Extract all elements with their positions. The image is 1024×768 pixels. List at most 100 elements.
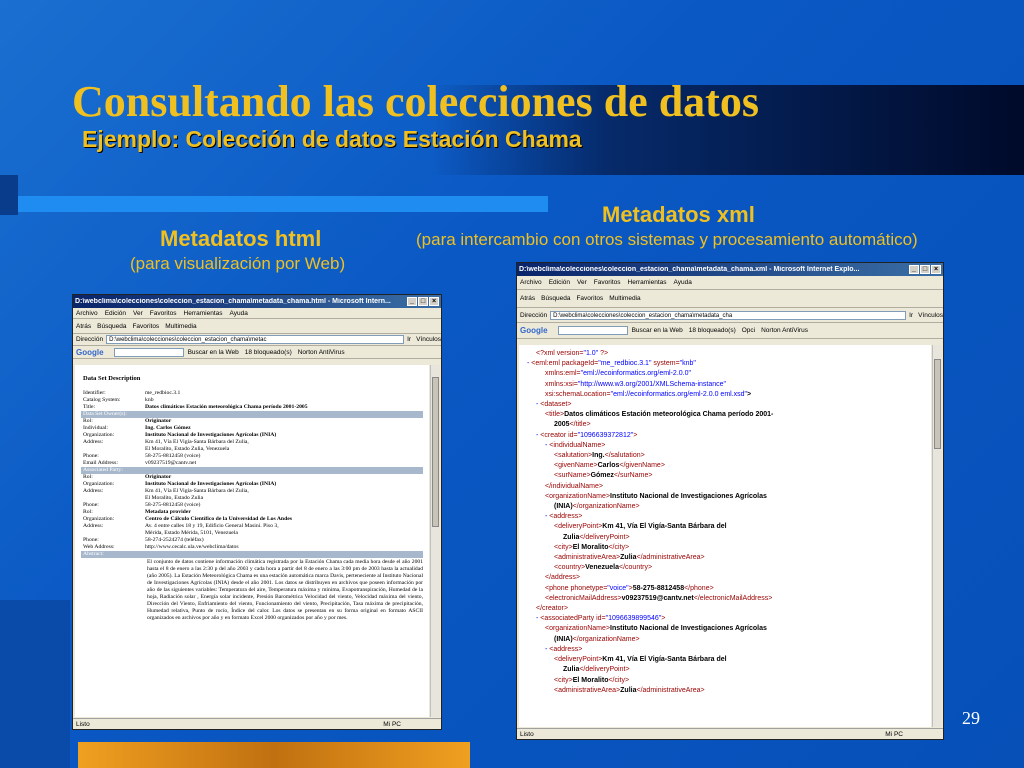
toolbar-button[interactable]: Favoritos	[132, 323, 159, 330]
table-row: Phone: 58-274-2524274 (teléfax)	[81, 537, 423, 544]
google-search-input[interactable]	[557, 326, 628, 335]
field-value: Datos climáticos Estación meteorológica …	[145, 404, 308, 410]
google-toolbar-button[interactable]: 18 bloqueado(s)	[689, 327, 736, 334]
xml-line: - <eml:eml packageId="me_redbioc.3.1" sy…	[527, 360, 696, 368]
toolbar-button[interactable]: Búsqueda	[541, 295, 570, 302]
field-value: Metadata provider	[145, 509, 191, 515]
xml-line: 2005</title>	[554, 421, 591, 429]
go-button[interactable]: Ir	[909, 312, 913, 319]
table-row: Organization: Instituto Nacional de Inves…	[81, 432, 423, 439]
xml-subheading: (para intercambio con otros sistemas y p…	[416, 230, 918, 249]
field-label: Phone:	[83, 537, 99, 543]
vertical-scrollbar[interactable]	[430, 365, 440, 717]
xml-line: <deliveryPoint>Km 41, Vía El Vigía-Santa…	[554, 523, 727, 531]
menu-item[interactable]: Ayuda	[674, 279, 692, 286]
field-label: Identifier:	[83, 390, 106, 396]
table-row: Title: Datos climáticos Estación meteorol…	[81, 404, 423, 411]
table-row: El Moralito, Estado Zulia, Venezuela	[81, 446, 423, 453]
field-label: Rol:	[83, 418, 93, 424]
maximize-button[interactable]: □	[920, 265, 930, 274]
xml-line: <title>Datos climáticos Estación meteoro…	[545, 411, 774, 419]
address-label: Dirección	[520, 311, 548, 319]
field-label: Abstract:	[81, 551, 143, 558]
address-bar: Dirección D:\webclima\colecciones\colecc…	[517, 308, 943, 323]
google-toolbar-button[interactable]: Buscar en la Web	[632, 327, 683, 334]
field-value: Km 41, Vía El Vigía-Santa Bárbara del Zu…	[145, 439, 249, 445]
window-titlebar[interactable]: D:\webclima\colecciones\coleccion_estaci…	[73, 295, 441, 308]
xml-line: <organizationName>Instituto Nacional de …	[545, 625, 767, 633]
slide-title: Consultando las colecciones de datos	[72, 77, 759, 126]
google-toolbar-button[interactable]: 18 bloqueado(s)	[245, 349, 292, 356]
toolbar-button[interactable]: Favoritos	[576, 295, 603, 302]
abstract-text: El conjunto de datos contiene informació…	[147, 559, 423, 621]
toolbar-button[interactable]: Atrás	[520, 295, 535, 302]
google-logo[interactable]: Google	[520, 326, 548, 335]
xml-line: <?xml version="1.0" ?>	[536, 350, 609, 357]
minimize-button[interactable]: _	[909, 265, 919, 274]
address-bar: Dirección D:\webclima\colecciones\colecc…	[73, 334, 441, 346]
google-toolbar-button[interactable]: Norton AntiVirus	[298, 349, 345, 356]
minimize-button[interactable]: _	[407, 297, 417, 306]
vertical-scrollbar[interactable]	[932, 345, 942, 727]
decorative-band	[0, 600, 70, 768]
field-value: Ing. Carlos Gómez	[145, 425, 191, 431]
google-toolbar-button[interactable]: Norton AntiVirus	[761, 327, 808, 334]
field-value: El Moralito, Estado Zulia, Venezuela	[145, 446, 230, 452]
xml-line: Zulia</deliveryPoint>	[563, 533, 630, 541]
table-row: Data Set Owner(s):	[81, 411, 423, 418]
google-search-input[interactable]	[113, 347, 184, 357]
menu-item[interactable]: Herramientas	[628, 279, 667, 286]
xml-line: <administrativeArea>Zulia</administrativ…	[554, 554, 705, 562]
google-logo[interactable]: Google	[76, 348, 104, 357]
table-row: Organization: Instituto Nacional de Inves…	[81, 481, 423, 488]
links-button[interactable]: Vínculos	[416, 336, 441, 343]
table-row: Rol: Metadata provider	[81, 509, 423, 516]
close-button[interactable]: ×	[931, 265, 941, 274]
field-label: Organization:	[83, 481, 115, 487]
toolbar-button[interactable]: Multimedia	[165, 323, 196, 330]
table-row: Associated Party:	[81, 467, 423, 474]
address-input[interactable]: D:\webclima\colecciones\coleccion_estaci…	[550, 310, 907, 320]
menu-item[interactable]: Ver	[133, 310, 143, 317]
google-toolbar-button[interactable]: Buscar en la Web	[188, 349, 239, 356]
menu-item[interactable]: Edición	[105, 310, 126, 317]
xml-line: <city>El Moralito</city>	[554, 543, 630, 551]
toolbar-button[interactable]: Búsqueda	[97, 323, 126, 330]
field-value: me_redbioc.3.1	[145, 390, 181, 396]
field-value: v09237519@cantv.net	[145, 460, 197, 466]
google-toolbar-button[interactable]: Opci	[742, 327, 755, 334]
status-text: Listo	[520, 730, 534, 738]
table-row: Organization: Centro de Cálculo Científic…	[81, 516, 423, 523]
menu-item[interactable]: Ver	[577, 279, 587, 286]
go-button[interactable]: Ir	[407, 336, 411, 343]
menu-item[interactable]: Archivo	[76, 310, 98, 317]
toolbar-button[interactable]: Atrás	[76, 323, 91, 330]
maximize-button[interactable]: □	[418, 297, 428, 306]
field-label: Address:	[83, 488, 104, 494]
decorative-band	[78, 742, 470, 768]
address-label: Dirección	[76, 336, 104, 343]
xml-line: - <associatedParty id="1096639899546">	[536, 615, 666, 623]
google-toolbar: Google Buscar en la Web 18 bloqueado(s) Op…	[517, 323, 943, 339]
menu-item[interactable]: Edición	[549, 279, 570, 286]
xml-line: xmlns:xsi="http://www.w3.org/2001/XMLSch…	[545, 380, 727, 388]
links-button[interactable]: Vínculos	[918, 312, 943, 319]
menu-item[interactable]: Archivo	[520, 279, 542, 286]
table-row: Phone: 58-275-8812458 (voice)	[81, 453, 423, 460]
table-row: Rol: Originator	[81, 418, 423, 425]
table-row: Rol: Originator	[81, 474, 423, 481]
decorative-band	[18, 196, 548, 212]
window-titlebar[interactable]: D:\webclima\colecciones\coleccion_estaci…	[517, 263, 943, 276]
menu-item[interactable]: Favoritos	[150, 310, 177, 317]
xml-line: xsi:schemaLocation="eml://ecoinformatics…	[545, 390, 752, 398]
browser-window-xml: D:\webclima\colecciones\coleccion_estaci…	[516, 262, 944, 740]
menu-item[interactable]: Ayuda	[230, 310, 248, 317]
menu-item[interactable]: Favoritos	[594, 279, 621, 286]
menu-item[interactable]: Herramientas	[184, 310, 223, 317]
toolbar: Atrás Búsqueda Favoritos Multimedia	[73, 319, 441, 334]
close-button[interactable]: ×	[429, 297, 439, 306]
toolbar-button[interactable]: Multimedia	[609, 295, 640, 302]
address-input[interactable]: D:\webclima\colecciones\coleccion_estaci…	[106, 335, 405, 344]
field-label: Organization:	[83, 432, 115, 438]
field-value: 58-275-8812458 (voice)	[145, 453, 201, 459]
